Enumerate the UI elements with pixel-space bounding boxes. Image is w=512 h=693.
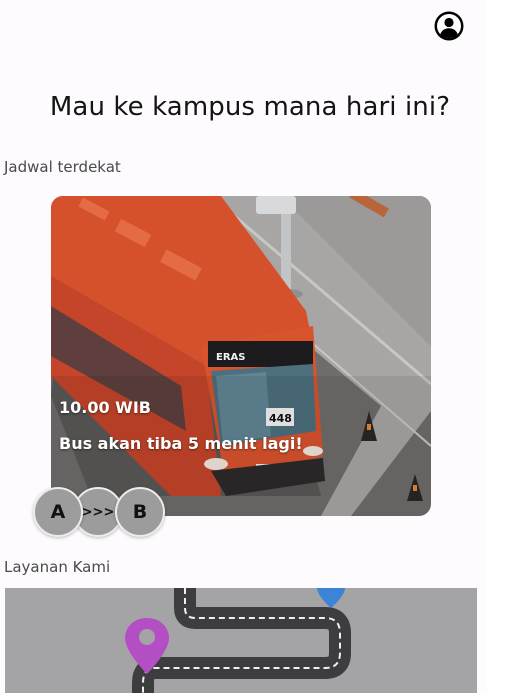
section-label-schedule: Jadwal terdekat (4, 158, 121, 176)
arrival-message: Bus akan tiba 5 menit lagi! (59, 434, 303, 453)
route-indicator: A >>> B (33, 487, 168, 537)
route-map-illustration (125, 588, 351, 693)
route-destination-badge: B (115, 487, 165, 537)
route-origin-badge: A (33, 487, 83, 537)
account-circle-icon (434, 11, 464, 41)
home-screen: Mau ke kampus mana hari ini? Jadwal terd… (0, 0, 487, 693)
bus-destination-sign: ERAS (216, 352, 245, 363)
section-label-services: Layanan Kami (4, 558, 111, 576)
profile-button[interactable] (433, 10, 465, 42)
nearest-schedule-card[interactable]: ERAS 448 10.00 WIB Bus akan tiba 5 menit… (51, 196, 431, 516)
bus-photo: ERAS 448 (51, 196, 431, 516)
page-title: Mau ke kampus mana hari ini? (49, 92, 451, 122)
schedule-time: 10.00 WIB (59, 398, 151, 417)
destination-pin-icon (317, 588, 345, 608)
service-card-route[interactable] (5, 588, 477, 693)
